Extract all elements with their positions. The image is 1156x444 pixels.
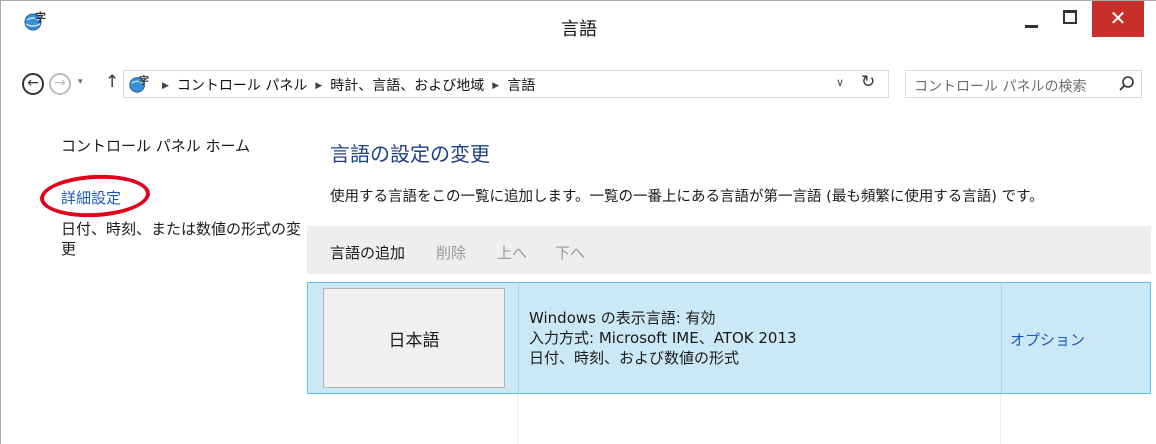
format-info: 日付、時刻、および数値の形式 xyxy=(529,349,740,367)
title-bar[interactable]: 字 言語 ✕ xyxy=(1,1,1156,59)
breadcrumb-separator[interactable]: ▶ xyxy=(315,81,322,91)
page-title: 言語の設定の変更 xyxy=(330,142,490,166)
breadcrumb: ▶ コントロール パネル ▶ 時計、言語、および地域 ▶ 言語 xyxy=(154,75,535,95)
options-link[interactable]: オプション xyxy=(1010,329,1085,350)
language-toolbar: 言語の追加 削除 上へ 下へ xyxy=(307,226,1151,274)
breadcrumb-language[interactable]: 言語 xyxy=(507,78,535,94)
language-list-item[interactable]: 日本語 Windows の表示言語: 有効 入力方式: Microsoft IM… xyxy=(307,282,1151,394)
navigation-bar: ← → ▾ ↑ 字 ▶ コントロール パネル ▶ 時計、言語、および地域 ▶ 言語 ∨ ↻… xyxy=(1,59,1156,111)
back-button[interactable]: ← xyxy=(22,73,44,95)
address-bar[interactable]: 字 ▶ コントロール パネル ▶ 時計、言語、および地域 ▶ 言語 ∨ ↻ xyxy=(123,70,889,98)
left-pane: コントロール パネル ホーム 詳細設定 日付、時刻、または数値の形式の変更 xyxy=(1,111,301,444)
up-button[interactable]: ↑ xyxy=(105,72,119,92)
control-panel-home-link[interactable]: コントロール パネル ホーム xyxy=(61,135,250,156)
column-gridline xyxy=(517,394,518,444)
forward-button[interactable]: → xyxy=(49,73,71,95)
move-down-button[interactable]: 下へ xyxy=(555,242,585,263)
control-panel-language-icon: 字 xyxy=(129,74,149,93)
breadcrumb-separator[interactable]: ▶ xyxy=(492,81,499,91)
add-language-button[interactable]: 言語の追加 xyxy=(330,242,405,263)
window-title: 言語 xyxy=(561,19,597,40)
search-placeholder: コントロール パネルの検索 xyxy=(914,79,1087,95)
recent-locations-dropdown[interactable]: ▾ xyxy=(78,77,83,87)
change-date-time-format-link[interactable]: 日付、時刻、または数値の形式の変更 xyxy=(61,219,301,259)
minimize-button[interactable] xyxy=(1014,1,1048,39)
display-language-status: Windows の表示言語: 有効 xyxy=(529,309,716,327)
column-divider xyxy=(1001,283,1002,393)
breadcrumb-control-panel[interactable]: コントロール パネル xyxy=(177,78,307,94)
close-button[interactable]: ✕ xyxy=(1092,1,1144,37)
move-up-button[interactable]: 上へ xyxy=(497,242,527,263)
search-box[interactable]: コントロール パネルの検索 xyxy=(905,70,1142,98)
highlight-circle xyxy=(38,172,152,220)
maximize-button[interactable] xyxy=(1055,1,1087,39)
breadcrumb-separator[interactable]: ▶ xyxy=(162,81,169,91)
page-description: 使用する言語をこの一覧に追加します。一覧の一番上にある言語が第一言語 (最も頻繁… xyxy=(330,189,1044,205)
language-window: 字 言語 ✕ ← → ▾ ↑ 字 ▶ コントロール パネル ▶ 時計、言語、および地域… xyxy=(0,0,1156,444)
language-name-tile[interactable]: 日本語 xyxy=(323,288,505,388)
language-details: Windows の表示言語: 有効 入力方式: Microsoft IME、AT… xyxy=(529,308,797,368)
refresh-icon[interactable]: ↻ xyxy=(861,72,875,92)
svg-text:字: 字 xyxy=(139,74,149,87)
input-method-info: 入力方式: Microsoft IME、ATOK 2013 xyxy=(529,329,797,347)
column-divider xyxy=(518,283,519,393)
address-history-dropdown[interactable]: ∨ xyxy=(836,76,844,89)
column-gridline xyxy=(1000,394,1001,444)
breadcrumb-clock-language-region[interactable]: 時計、言語、および地域 xyxy=(330,78,484,94)
search-icon[interactable] xyxy=(1118,75,1136,93)
remove-button[interactable]: 削除 xyxy=(436,242,466,263)
